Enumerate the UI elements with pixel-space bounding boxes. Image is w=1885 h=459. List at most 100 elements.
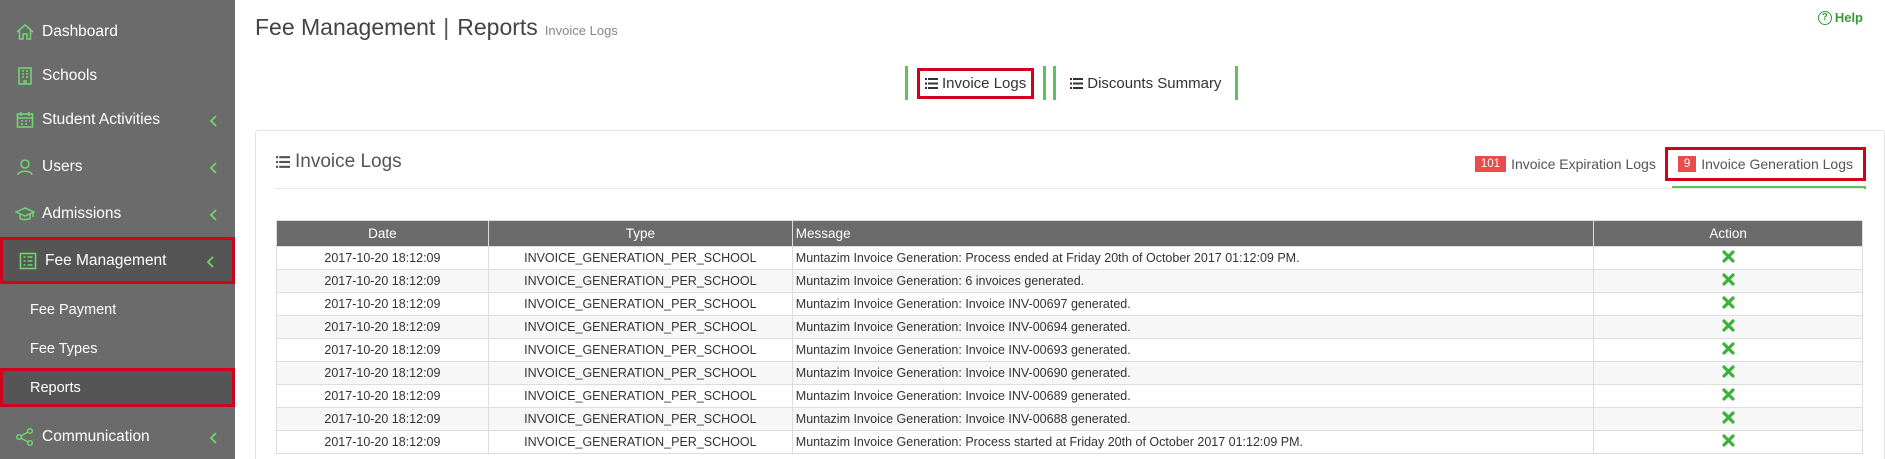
sidebar-item-label: Student Activities [42,110,161,128]
cell-type: INVOICE_GENERATION_PER_SCHOOL [487,246,793,270]
sidebar-item-label: Schools [42,66,98,84]
column-header-message[interactable]: Message [791,220,1595,247]
sidebar-subitem-fee-types[interactable]: Fee Types [0,329,235,368]
sidebar-item-label: Users [42,157,83,175]
cell-message: Muntazim Invoice Generation: Invoice INV… [791,407,1595,431]
cell-type: INVOICE_GENERATION_PER_SCHOOL [487,315,793,339]
title-separator: | [443,14,450,40]
delete-x-icon[interactable] [1721,411,1735,424]
home-icon [14,21,36,43]
cell-message: Muntazim Invoice Generation: Invoice INV… [791,338,1595,362]
chevron-left-icon [209,208,219,221]
cell-action [1593,361,1863,385]
sidebar-item-student-activities[interactable]: Student Activities [0,96,235,143]
calendar-icon [14,109,36,131]
sidebar-item-schools[interactable]: Schools [0,55,235,96]
cell-date: 2017-10-20 18:12:09 [276,338,489,362]
sidebar-subitem-reports[interactable]: Reports [0,368,235,407]
sidebar-subitem-label: Fee Types [30,340,98,357]
breadcrumb: Invoice Logs [544,23,618,38]
sidebar-item-label: Admissions [42,204,122,222]
cell-date: 2017-10-20 18:12:09 [276,292,489,316]
list-icon [925,77,938,89]
delete-x-icon[interactable] [1721,319,1735,332]
chevron-left-icon [209,431,219,444]
page-title-text: Fee Management [255,14,436,40]
sidebar-subitem-fee-payment[interactable]: Fee Payment [0,290,235,329]
sidebar-item-admissions[interactable]: Admissions [0,190,235,237]
chevron-left-icon [209,114,219,127]
tab-invoice-expiration-logs[interactable]: 101 Invoice Expiration Logs [1466,147,1665,181]
table-row: 2017-10-20 18:12:09 INVOICE_GENERATION_PE… [276,407,1863,431]
delete-x-icon[interactable] [1721,342,1735,355]
panel-title-text: Invoice Logs [295,151,402,172]
table-row: 2017-10-20 18:12:09 INVOICE_GENERATION_PE… [276,315,1863,339]
cell-type: INVOICE_GENERATION_PER_SCHOOL [487,430,793,454]
cell-message: Muntazim Invoice Generation: Process end… [791,246,1595,270]
count-badge: 9 [1677,156,1697,172]
cell-action [1593,292,1863,316]
page-subtitle: Reports [457,14,538,40]
tab-invoice-logs[interactable]: Invoice Logs [905,66,1047,100]
tab-label: Invoice Expiration Logs [1511,156,1656,172]
column-header-action[interactable]: Action [1593,220,1863,247]
table-header-row: Date Type Message Action [276,220,1863,247]
cell-type: INVOICE_GENERATION_PER_SCHOOL [487,384,793,408]
cell-type: INVOICE_GENERATION_PER_SCHOOL [487,338,793,362]
table-row: 2017-10-20 18:12:09 INVOICE_GENERATION_PE… [276,292,1863,316]
cell-type: INVOICE_GENERATION_PER_SCHOOL [487,292,793,316]
cell-action [1593,315,1863,339]
cell-message: Muntazim Invoice Generation: Invoice INV… [791,315,1595,339]
graduation-cap-icon [14,203,36,225]
cell-message: Muntazim Invoice Generation: 6 invoices … [791,269,1595,293]
table-row: 2017-10-20 18:12:09 INVOICE_GENERATION_PE… [276,384,1863,408]
cell-action [1593,246,1863,270]
delete-x-icon[interactable] [1721,296,1735,309]
report-tabs: Invoice Logs Discounts Summary [905,66,1245,100]
sidebar-item-fee-management[interactable]: Fee Management [0,237,235,284]
column-header-date[interactable]: Date [276,220,489,247]
cell-message: Muntazim Invoice Generation: Invoice INV… [791,384,1595,408]
cell-action [1593,338,1863,362]
logs-table: Date Type Message Action 2017-10-20 18:1… [276,220,1863,454]
tab-discounts-summary[interactable]: Discounts Summary [1053,66,1239,100]
tab-invoice-logs-inner: Invoice Logs [917,67,1035,99]
column-header-type[interactable]: Type [487,220,793,247]
question-circle-icon: ? [1817,10,1832,25]
cell-date: 2017-10-20 18:12:09 [276,384,489,408]
cell-date: 2017-10-20 18:12:09 [276,430,489,454]
divider [276,188,1864,189]
cell-action [1593,384,1863,408]
chevron-left-icon [209,161,219,174]
list-icon [1070,77,1084,89]
table-row: 2017-10-20 18:12:09 INVOICE_GENERATION_PE… [276,338,1863,362]
table-row: 2017-10-20 18:12:09 INVOICE_GENERATION_PE… [276,246,1863,270]
sidebar-item-label: Fee Management [45,251,167,269]
delete-x-icon[interactable] [1721,434,1735,447]
delete-x-icon[interactable] [1721,273,1735,286]
ledger-icon [17,250,39,272]
delete-x-icon[interactable] [1721,365,1735,378]
cell-date: 2017-10-20 18:12:09 [276,315,489,339]
sidebar-item-label: Dashboard [42,22,118,40]
sidebar-item-dashboard[interactable]: Dashboard [0,8,235,55]
delete-x-icon[interactable] [1721,388,1735,401]
sidebar-subitem-label: Fee Payment [30,301,117,318]
cell-type: INVOICE_GENERATION_PER_SCHOOL [487,407,793,431]
tab-invoice-generation-logs[interactable]: 9 Invoice Generation Logs [1664,147,1866,181]
sidebar-item-users[interactable]: Users [0,143,235,190]
share-icon [14,426,36,448]
cell-date: 2017-10-20 18:12:09 [276,407,489,431]
list-icon [276,156,290,168]
sidebar-item-communication[interactable]: Communication [0,413,235,459]
cell-date: 2017-10-20 18:12:09 [276,361,489,385]
help-link[interactable]: ? Help [1817,10,1863,25]
cell-action [1593,407,1863,431]
table-row: 2017-10-20 18:12:09 INVOICE_GENERATION_PE… [276,269,1863,293]
cell-message: Muntazim Invoice Generation: Invoice INV… [791,292,1595,316]
invoice-logs-panel: Invoice Logs 101 Invoice Expiration Logs… [255,130,1885,459]
cell-type: INVOICE_GENERATION_PER_SCHOOL [487,361,793,385]
cell-type: INVOICE_GENERATION_PER_SCHOOL [487,269,793,293]
sidebar-subitem-label: Reports [30,379,81,396]
delete-x-icon[interactable] [1721,250,1735,263]
